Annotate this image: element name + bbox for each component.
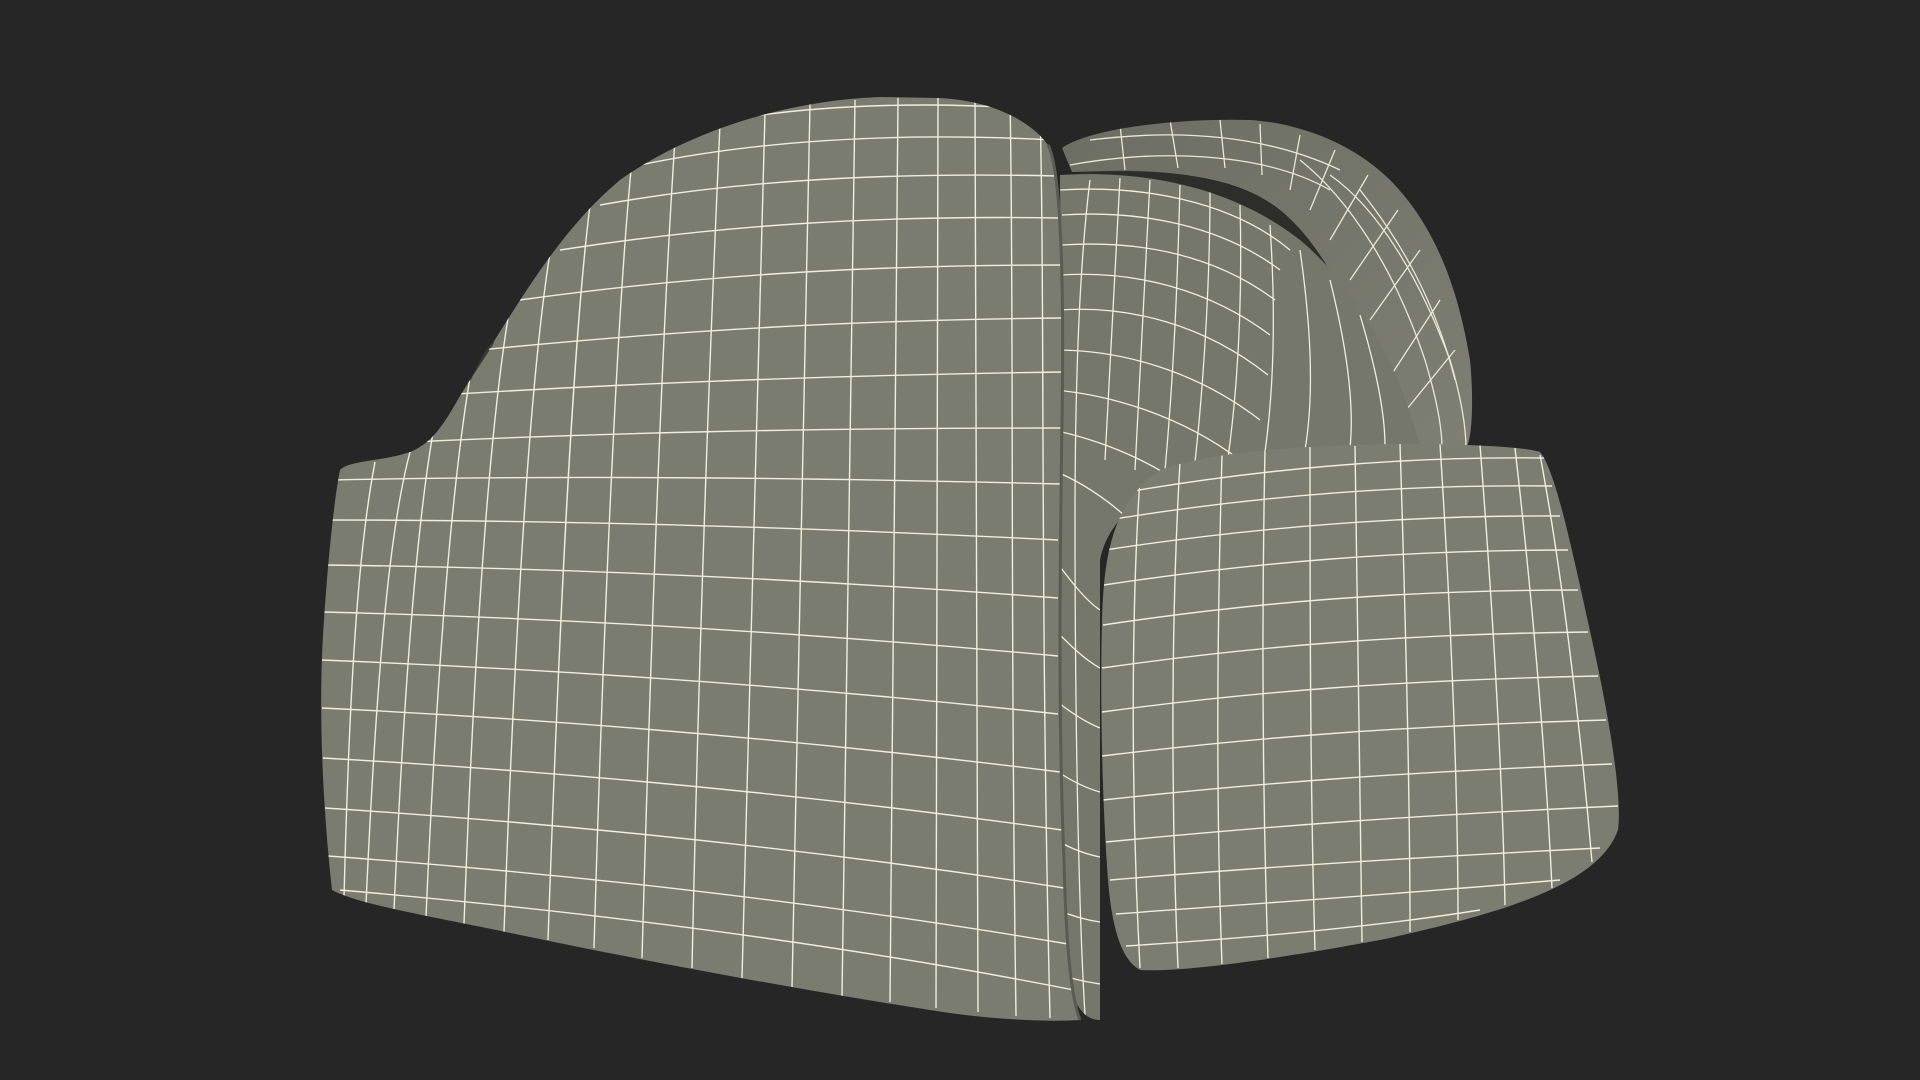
- hat-render: [321, 97, 1619, 1021]
- front-left-panel: [321, 97, 1082, 1021]
- render-viewport: [0, 0, 1920, 1080]
- front-right-earflap: [1101, 444, 1619, 971]
